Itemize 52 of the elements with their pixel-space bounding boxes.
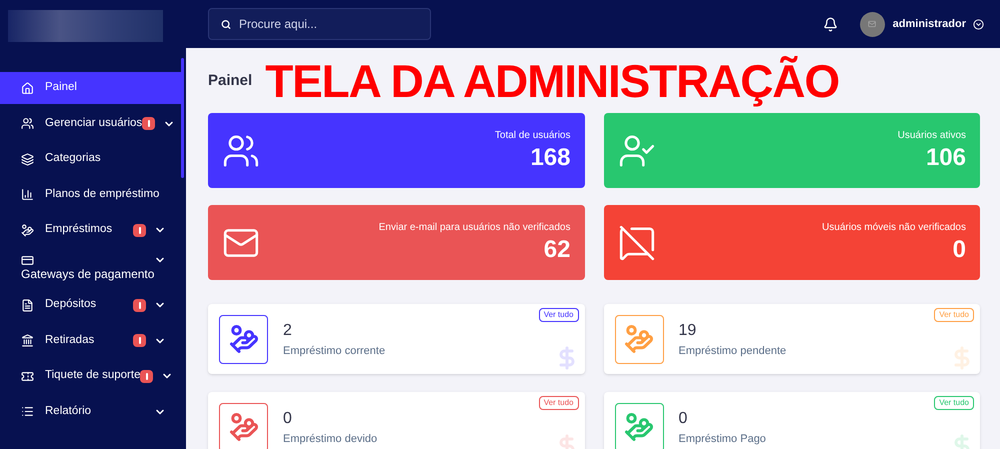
message-off-icon <box>618 224 656 262</box>
dropdown-icon[interactable] <box>973 18 984 30</box>
loan-count: 0 <box>283 408 293 429</box>
loan-label: Empréstimo Pago <box>678 432 766 447</box>
notification-bell-icon[interactable] <box>822 16 838 32</box>
sidebar-item[interactable]: Empréstimos <box>0 214 182 246</box>
hand-coin-icon <box>624 324 654 354</box>
hand-coin-icon <box>228 324 258 354</box>
bank-icon <box>21 334 34 347</box>
avatar[interactable] <box>860 12 885 36</box>
page-title: Painel <box>208 71 252 91</box>
view-all-link[interactable]: Ver tudo <box>538 308 578 322</box>
sidebar-item[interactable]: Planos de empréstimo <box>0 178 182 210</box>
stat-value: 106 <box>926 143 966 173</box>
home-icon <box>21 82 34 94</box>
view-all-link[interactable]: Ver tudo <box>538 396 578 410</box>
stat-value: 0 <box>952 235 966 265</box>
stat-label: Usuários móveis não verificados <box>822 221 966 235</box>
stat-value: 168 <box>530 143 570 173</box>
search-icon <box>221 18 231 30</box>
loan-count: 0 <box>678 408 688 429</box>
loan-label: Empréstimo pendente <box>678 344 786 359</box>
sidebar-item[interactable]: Categorias <box>0 143 182 175</box>
search-field[interactable]: Procure aqui... <box>208 8 431 40</box>
ticket-icon <box>21 370 34 382</box>
stat-label: Usuários ativos <box>898 129 966 143</box>
list-icon <box>21 405 34 418</box>
bar-chart-icon <box>21 188 34 201</box>
avatar-placeholder-icon <box>868 20 876 28</box>
users-icon <box>21 117 34 130</box>
hand-coin-icon <box>624 412 654 442</box>
layers-icon <box>21 152 34 166</box>
loan-label: Empréstimo corrente <box>283 344 386 359</box>
loan-label: Empréstimo devido <box>283 432 378 447</box>
card-icon <box>21 254 34 266</box>
stat-label: Total de usuários <box>494 129 570 143</box>
user-name[interactable]: administrador <box>892 16 966 32</box>
sidebar-item[interactable]: Painel <box>0 72 182 104</box>
sidebar-item[interactable]: Relatório <box>0 396 182 428</box>
sidebar-item[interactable]: Gerenciar usuários <box>0 108 182 140</box>
search-input[interactable]: Procure aqui... <box>239 15 418 33</box>
sidebar-item[interactable]: Tiquete de suporte <box>0 360 182 392</box>
document-icon <box>21 298 34 312</box>
loan-count: 2 <box>283 320 293 341</box>
hand-coin-icon <box>228 412 258 442</box>
hand-coin-icon <box>21 224 34 236</box>
stat-label: Enviar e-mail para usuários não verificados <box>378 221 570 235</box>
loan-count: 19 <box>678 320 698 341</box>
sidebar-item[interactable]: Retiradas <box>0 324 182 356</box>
sidebar-item[interactable]: Gateways de pagamento <box>0 250 182 286</box>
sidebar-item[interactable]: Depósitos <box>0 289 182 321</box>
stat-value: 62 <box>544 235 570 265</box>
